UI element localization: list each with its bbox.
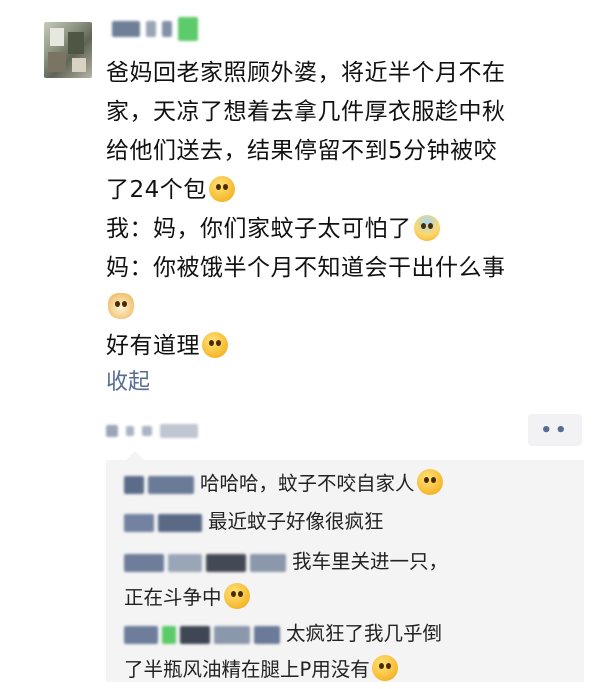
dog-emoji-icon	[108, 293, 134, 319]
comment-item[interactable]: 我车里关进一只， 正在斗争中	[124, 544, 580, 616]
more-dots-icon: ••	[540, 419, 570, 441]
commenter-redacted[interactable]	[124, 513, 202, 532]
comment-item[interactable]: 最近蚊子好像很疯狂	[124, 504, 580, 540]
scream-emoji-icon	[413, 215, 440, 241]
comment-text: 正在斗争中	[124, 586, 222, 609]
post-line: 家，天凉了想着去拿几件厚衣服趁中秋	[106, 99, 506, 125]
comment-item[interactable]: 哈哈哈，蚊子不咬自家人	[124, 466, 580, 502]
commenter-redacted[interactable]	[124, 553, 286, 572]
post-line: 我：妈，你们家蚊子太可怕了	[106, 210, 594, 249]
grimace-emoji-icon	[208, 176, 235, 202]
comment-item[interactable]: 太疯狂了我几乎倒 了半瓶风油精在腿上P用没有	[124, 616, 580, 688]
smirk-emoji-icon	[202, 332, 228, 358]
post-line: 好有道理	[106, 327, 594, 366]
crying-emoji-icon	[371, 655, 398, 681]
collapse-link[interactable]: 收起	[106, 364, 150, 396]
post-text: 爸妈回老家照顾外婆，将近半个月不在 家，天凉了想着去拿几件厚衣服趁中秋 给他们送…	[106, 54, 594, 366]
comment-text: 了半瓶风油精在腿上P用没有	[124, 658, 370, 681]
username-redacted[interactable]	[112, 17, 198, 41]
commenter-redacted[interactable]	[124, 475, 194, 494]
commenter-redacted[interactable]	[124, 625, 280, 644]
comment-text: 最近蚊子好像很疯狂	[208, 510, 384, 533]
comment-text: 太疯狂了我几乎倒	[286, 622, 443, 645]
likes-row-redacted	[106, 420, 198, 442]
avatar[interactable]	[44, 22, 92, 78]
smirk-emoji-icon	[416, 469, 443, 495]
post-line: 爸妈回老家照顾外婆，将近半个月不在	[106, 60, 506, 86]
comment-text: 哈哈哈，蚊子不咬自家人	[200, 472, 415, 495]
post-line: 了24个包	[106, 171, 594, 210]
comment-section: 哈哈哈，蚊子不咬自家人 最近蚊子好像很疯狂 我车里关进一只， 正在斗争中 太疯狂…	[106, 451, 584, 682]
crying-laugh-emoji-icon	[223, 583, 250, 609]
post-line: 给他们送去，结果停留不到5分钟被咬	[106, 138, 498, 164]
more-button[interactable]: ••	[528, 414, 582, 446]
post-line: 妈：你被饿半个月不知道会干出什么事	[106, 255, 506, 281]
comment-text: 我车里关进一只，	[292, 550, 449, 573]
post-line	[106, 288, 594, 327]
